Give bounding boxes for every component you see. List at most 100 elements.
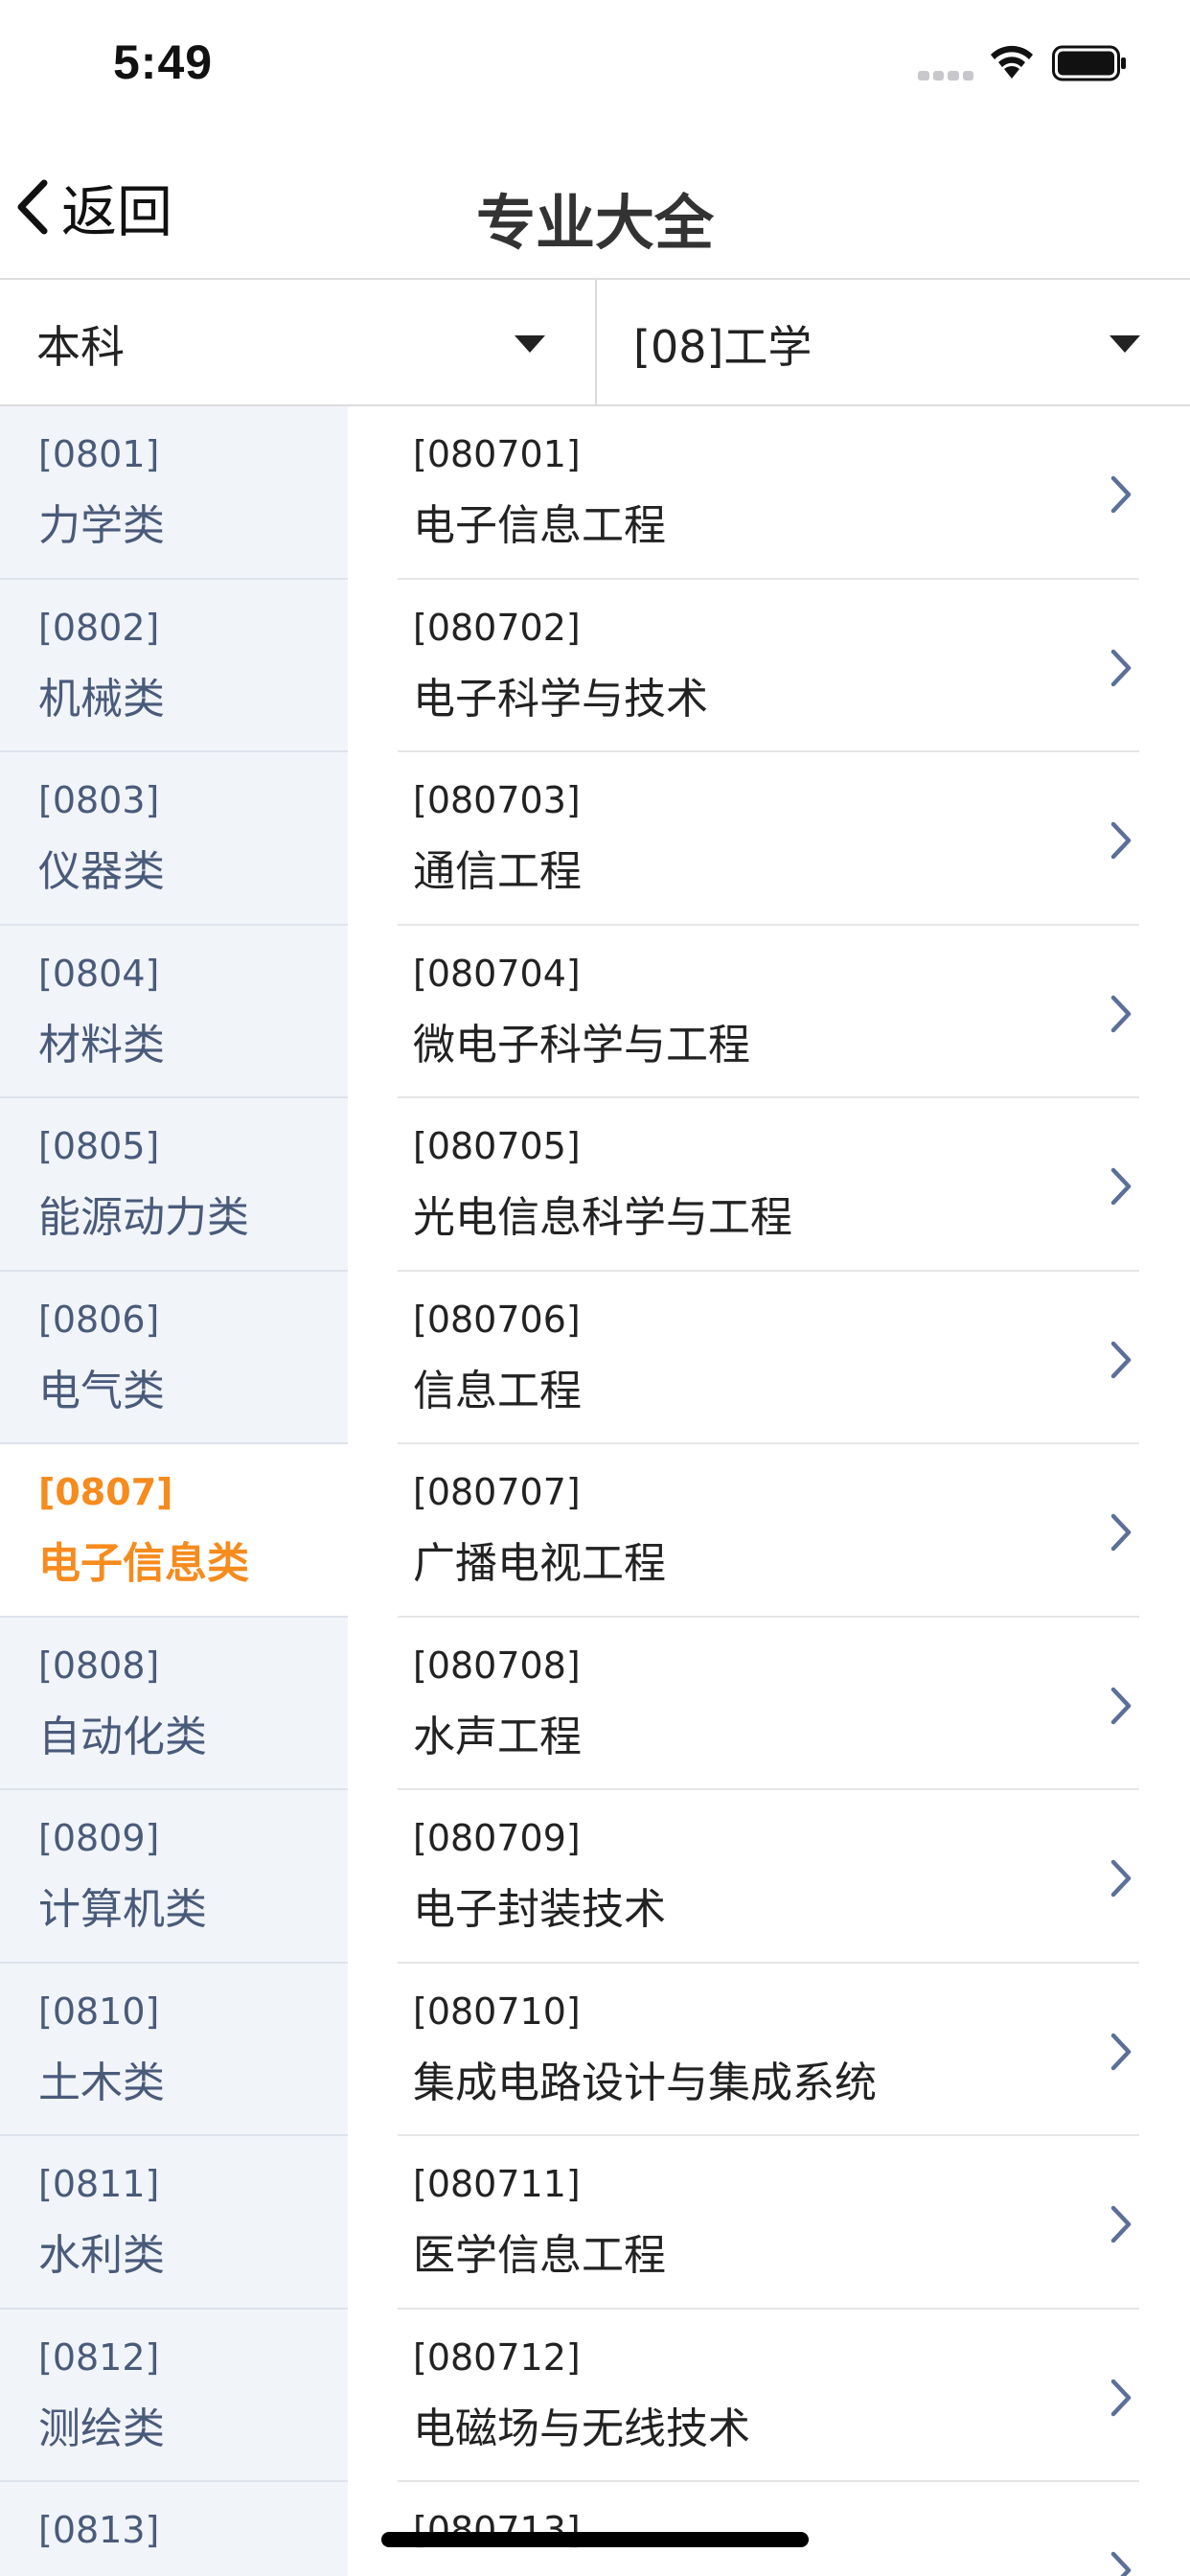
category-item[interactable]: [0804] 材料类 [0, 926, 348, 1098]
major-name: 广播电视工程 [413, 1539, 666, 1588]
level-dropdown[interactable]: 本科 [0, 280, 595, 404]
category-name: 力学类 [38, 501, 165, 550]
category-item[interactable]: [0805] 能源动力类 [0, 1098, 348, 1272]
category-item[interactable]: [0803] 仪器类 [0, 752, 348, 926]
major-item[interactable]: [080713] [398, 2482, 1139, 2576]
category-item[interactable]: [0810] 土木类 [0, 1964, 348, 2136]
chevron-right-icon [1110, 649, 1132, 686]
category-item[interactable]: [0812] 测绘类 [0, 2310, 348, 2482]
chevron-right-icon [1110, 2551, 1132, 2576]
category-name: 测绘类 [38, 2404, 165, 2453]
category-code: [0810] [38, 1990, 160, 2033]
major-name: 电子信息工程 [413, 501, 666, 550]
major-name: 电子科学与技术 [413, 674, 708, 724]
category-item[interactable]: [0809] 计算机类 [0, 1790, 348, 1964]
category-code: [0803] [38, 779, 160, 821]
major-item[interactable]: [080705] 光电信息科学与工程 [398, 1098, 1139, 1272]
chevron-right-icon [1110, 1687, 1132, 1724]
discipline-dropdown[interactable]: [08]工学 [595, 280, 1190, 404]
major-code: [080710] [413, 1990, 581, 2033]
category-name: 土木类 [38, 2058, 165, 2107]
chevron-right-icon [1110, 2033, 1132, 2070]
nav-bar: 返回 专业大全 [0, 126, 1190, 280]
category-code: [0805] [38, 1125, 160, 1167]
major-name: 微电子科学与工程 [413, 1020, 750, 1070]
category-code: [0809] [38, 1817, 160, 1859]
category-code: [0801] [38, 433, 160, 475]
chevron-right-icon [1110, 1167, 1132, 1206]
category-code: [0808] [38, 1644, 160, 1687]
major-code: [080709] [413, 1817, 581, 1859]
chevron-right-icon [1110, 1859, 1132, 1898]
major-name: 电子封装技术 [413, 1885, 666, 1934]
category-name: 电气类 [38, 1366, 165, 1415]
caret-down-icon [515, 335, 545, 353]
chevron-right-icon [1110, 2379, 1132, 2416]
major-name: 集成电路设计与集成系统 [413, 2058, 877, 2107]
major-item[interactable]: [080711] 医学信息工程 [398, 2136, 1139, 2310]
major-name: 水声工程 [413, 1712, 582, 1761]
major-item[interactable]: [080703] 通信工程 [398, 752, 1139, 926]
category-code: [0806] [38, 1298, 160, 1341]
category-name: 自动化类 [38, 1712, 207, 1761]
major-code: [080712] [413, 2335, 581, 2379]
cellular-signal-icon [918, 71, 973, 80]
category-code: [0807] [38, 1471, 173, 1513]
major-code: [080703] [413, 779, 581, 821]
category-item[interactable]: [0806] 电气类 [0, 1272, 348, 1444]
discipline-dropdown-label: [08]工学 [633, 321, 812, 373]
major-code: [080708] [413, 1644, 581, 1687]
category-name: 能源动力类 [38, 1193, 249, 1242]
major-item[interactable]: [080704] 微电子科学与工程 [398, 926, 1139, 1098]
category-name: 水利类 [38, 2231, 165, 2280]
category-item[interactable]: [0807] 电子信息类 [0, 1444, 348, 1618]
chevron-right-icon [1110, 475, 1132, 514]
wifi-icon [991, 45, 1033, 79]
major-item[interactable]: [080707] 广播电视工程 [398, 1444, 1139, 1618]
category-item[interactable]: [0801] 力学类 [0, 406, 348, 580]
category-name: 计算机类 [38, 1885, 207, 1934]
category-item[interactable]: [0808] 自动化类 [0, 1618, 348, 1790]
major-item[interactable]: [080701] 电子信息工程 [398, 406, 1139, 580]
major-name: 通信工程 [413, 847, 582, 896]
category-item[interactable]: [0813] [0, 2482, 348, 2576]
category-code: [0802] [38, 606, 160, 649]
major-item[interactable]: [080709] 电子封装技术 [398, 1790, 1139, 1964]
chevron-right-icon [1110, 995, 1132, 1032]
page-title: 专业大全 [475, 188, 714, 258]
battery-icon [1052, 45, 1126, 81]
home-indicator [381, 2532, 809, 2547]
major-name: 电磁场与无线技术 [413, 2404, 750, 2453]
major-list[interactable]: [080701] 电子信息工程 [080702] 电子科学与技术 [080703] 通信工… [348, 406, 1190, 2576]
category-name: 机械类 [38, 674, 165, 724]
major-name: 医学信息工程 [413, 2231, 666, 2280]
level-dropdown-label: 本科 [36, 321, 125, 373]
category-list[interactable]: [0801] 力学类 [0802] 机械类 [0803] 仪器类 [0804] 材料类 [080… [0, 406, 348, 2576]
major-item[interactable]: [080706] 信息工程 [398, 1272, 1139, 1444]
chevron-right-icon [1110, 1513, 1132, 1552]
status-bar: 5:49 [0, 0, 1190, 126]
major-item[interactable]: [080708] 水声工程 [398, 1618, 1139, 1790]
filter-bar: 本科 [08]工学 [0, 280, 1190, 406]
major-code: [080707] [413, 1471, 581, 1513]
chevron-right-icon [1110, 2205, 1132, 2243]
category-code: [0812] [38, 2335, 160, 2379]
major-code: [080702] [413, 606, 581, 649]
major-code: [080704] [413, 952, 581, 995]
category-name: 材料类 [38, 1020, 165, 1070]
caret-down-icon [1110, 335, 1140, 353]
category-item[interactable]: [0811] 水利类 [0, 2136, 348, 2310]
category-code: [0813] [38, 2509, 160, 2551]
category-name: 电子信息类 [38, 1539, 249, 1588]
major-name: 信息工程 [413, 1366, 582, 1415]
category-code: [0811] [38, 2163, 160, 2205]
category-code: [0804] [38, 952, 160, 995]
category-item[interactable]: [0802] 机械类 [0, 580, 348, 752]
major-item[interactable]: [080712] 电磁场与无线技术 [398, 2310, 1139, 2482]
major-code: [080705] [413, 1125, 581, 1167]
major-code: [080701] [413, 433, 581, 475]
major-item[interactable]: [080702] 电子科学与技术 [398, 580, 1139, 752]
chevron-right-icon [1110, 821, 1132, 860]
major-item[interactable]: [080710] 集成电路设计与集成系统 [398, 1964, 1139, 2136]
major-code: [080706] [413, 1298, 581, 1341]
